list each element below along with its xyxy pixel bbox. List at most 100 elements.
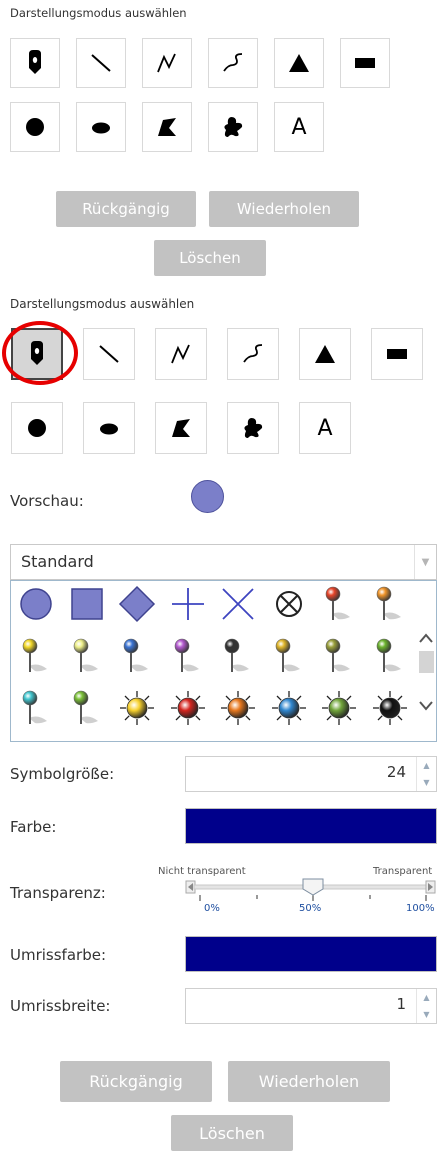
- panel2-freehand-line-tool[interactable]: [227, 328, 279, 380]
- tick-50-label: 50%: [299, 903, 322, 914]
- circle-icon: [26, 118, 44, 136]
- diamond-symbol-icon[interactable]: [117, 584, 157, 624]
- panel2-heading: Darstellungsmodus auswählen: [10, 297, 195, 311]
- ellipse-icon: [92, 122, 110, 134]
- panel2-undo-button[interactable]: Rückgängig: [60, 1061, 212, 1102]
- polygon-icon: [158, 118, 176, 136]
- panel1-ellipse-tool[interactable]: [76, 102, 126, 152]
- black-sun-icon[interactable]: [370, 688, 410, 728]
- orange-sun-icon[interactable]: [218, 688, 258, 728]
- triangle-icon: [289, 54, 309, 72]
- line-icon: [91, 54, 111, 72]
- panel2-line-tool[interactable]: [83, 328, 135, 380]
- x-symbol-icon[interactable]: [218, 584, 258, 624]
- square-symbol-icon[interactable]: [67, 584, 107, 624]
- panel1-freehand-line-tool[interactable]: [208, 38, 258, 88]
- panel2-text-tool[interactable]: A: [299, 402, 351, 454]
- panel2-rectangle-tool[interactable]: [371, 328, 423, 380]
- freehand-line-icon: [243, 344, 263, 363]
- spin-down-icon[interactable]: ▼: [423, 778, 429, 787]
- polyline-icon: [157, 53, 176, 73]
- panel1-polygon-tool[interactable]: [142, 102, 192, 152]
- circle-symbol-icon[interactable]: [16, 584, 56, 624]
- panel1-triangle-tool[interactable]: [274, 38, 324, 88]
- yellow-pushpin-icon[interactable]: [16, 636, 56, 676]
- scroll-down-icon[interactable]: [419, 701, 433, 711]
- outline-width-spinner[interactable]: 1 ▲ ▼: [185, 988, 437, 1024]
- spinner-arrows[interactable]: ▲ ▼: [416, 757, 436, 791]
- panel1-undo-button[interactable]: Rückgängig: [56, 191, 196, 227]
- ellipse-icon: [100, 423, 118, 435]
- blue-sun-icon[interactable]: [269, 688, 309, 728]
- spin-up-icon[interactable]: ▲: [423, 993, 429, 1002]
- olive-pushpin-icon[interactable]: [319, 636, 359, 676]
- transparency-max-caption: Transparent: [373, 866, 433, 877]
- rectangle-icon: [355, 58, 375, 68]
- green-pushpin-icon[interactable]: [370, 636, 410, 676]
- panel1-redo-button[interactable]: Wiederholen: [209, 191, 359, 227]
- gold-pushpin-icon[interactable]: [269, 636, 309, 676]
- panel1-heading: Darstellungsmodus auswählen: [10, 6, 187, 20]
- circle-icon: [28, 419, 46, 437]
- panel1-text-tool[interactable]: A: [274, 102, 324, 152]
- cross-symbol-icon[interactable]: [168, 584, 208, 624]
- line-icon: [99, 345, 119, 363]
- panel2-triangle-tool[interactable]: [299, 328, 351, 380]
- tick-0-label: 0%: [204, 903, 220, 914]
- spin-down-icon[interactable]: ▼: [423, 1010, 429, 1019]
- panel2-clear-button[interactable]: Löschen: [171, 1115, 293, 1151]
- orange-pushpin-icon[interactable]: [370, 584, 410, 624]
- tick-100-label: 100%: [406, 903, 435, 914]
- red-sun-icon[interactable]: [168, 688, 208, 728]
- blue-pushpin-icon[interactable]: [117, 636, 157, 676]
- transparency-min-caption: Nicht transparent: [158, 866, 246, 877]
- panel1-clear-button[interactable]: Löschen: [154, 240, 266, 276]
- symbol-size-spinner[interactable]: 24 ▲ ▼: [185, 756, 437, 792]
- panel1-polyline-tool[interactable]: [142, 38, 192, 88]
- fill-color-swatch[interactable]: [185, 808, 437, 844]
- panel1-rectangle-tool[interactable]: [340, 38, 390, 88]
- rectangle-icon: [387, 349, 407, 359]
- spinner-arrows[interactable]: ▲ ▼: [416, 989, 436, 1023]
- panel1-freehand-polygon-tool[interactable]: [208, 102, 258, 152]
- freehand-polygon-icon: [244, 418, 263, 438]
- slider-thumb[interactable]: [302, 878, 324, 896]
- transparency-label: Transparenz:: [10, 884, 106, 902]
- panel2-circle-tool[interactable]: [11, 402, 63, 454]
- outline-width-label: Umrissbreite:: [10, 997, 111, 1015]
- outline-color-label: Umrissfarbe:: [10, 946, 106, 964]
- text-icon: A: [317, 415, 333, 441]
- scroll-thumb[interactable]: [419, 651, 434, 673]
- panel1-circle-tool[interactable]: [10, 102, 60, 152]
- panel1-line-tool[interactable]: [76, 38, 126, 88]
- panel2-redo-button[interactable]: Wiederholen: [228, 1061, 390, 1102]
- red-pushpin-icon[interactable]: [319, 584, 359, 624]
- symbol-size-value: 24: [386, 763, 406, 781]
- purple-pushpin-icon[interactable]: [168, 636, 208, 676]
- circled-x-symbol-icon[interactable]: [269, 584, 309, 624]
- black-pushpin-icon[interactable]: [218, 636, 258, 676]
- spin-up-icon[interactable]: ▲: [423, 761, 429, 770]
- panel2-polyline-tool[interactable]: [155, 328, 207, 380]
- symbol-gallery: [10, 580, 437, 742]
- panel2-polygon-tool[interactable]: [155, 402, 207, 454]
- symbol-set-select[interactable]: Standard ▼: [10, 544, 437, 580]
- preview-symbol: [191, 480, 224, 513]
- text-icon: A: [291, 114, 307, 140]
- panel2-ellipse-tool[interactable]: [83, 402, 135, 454]
- cyan-pushpin-icon[interactable]: [16, 688, 56, 728]
- freehand-line-icon: [223, 53, 243, 72]
- chevron-down-icon[interactable]: ▼: [414, 545, 436, 579]
- scroll-up-icon[interactable]: [419, 633, 433, 643]
- gallery-scrollbar[interactable]: [416, 581, 436, 741]
- light-yellow-pushpin-icon[interactable]: [67, 636, 107, 676]
- panel1-point-tool[interactable]: [10, 38, 60, 88]
- outline-color-swatch[interactable]: [185, 936, 437, 972]
- green-sun-icon[interactable]: [319, 688, 359, 728]
- polyline-icon: [171, 344, 190, 364]
- panel2-freehand-polygon-tool[interactable]: [227, 402, 279, 454]
- yellow-sun-icon[interactable]: [117, 688, 157, 728]
- lime-pushpin-icon[interactable]: [67, 688, 107, 728]
- polygon-icon: [172, 419, 190, 437]
- preview-label: Vorschau:: [10, 492, 84, 510]
